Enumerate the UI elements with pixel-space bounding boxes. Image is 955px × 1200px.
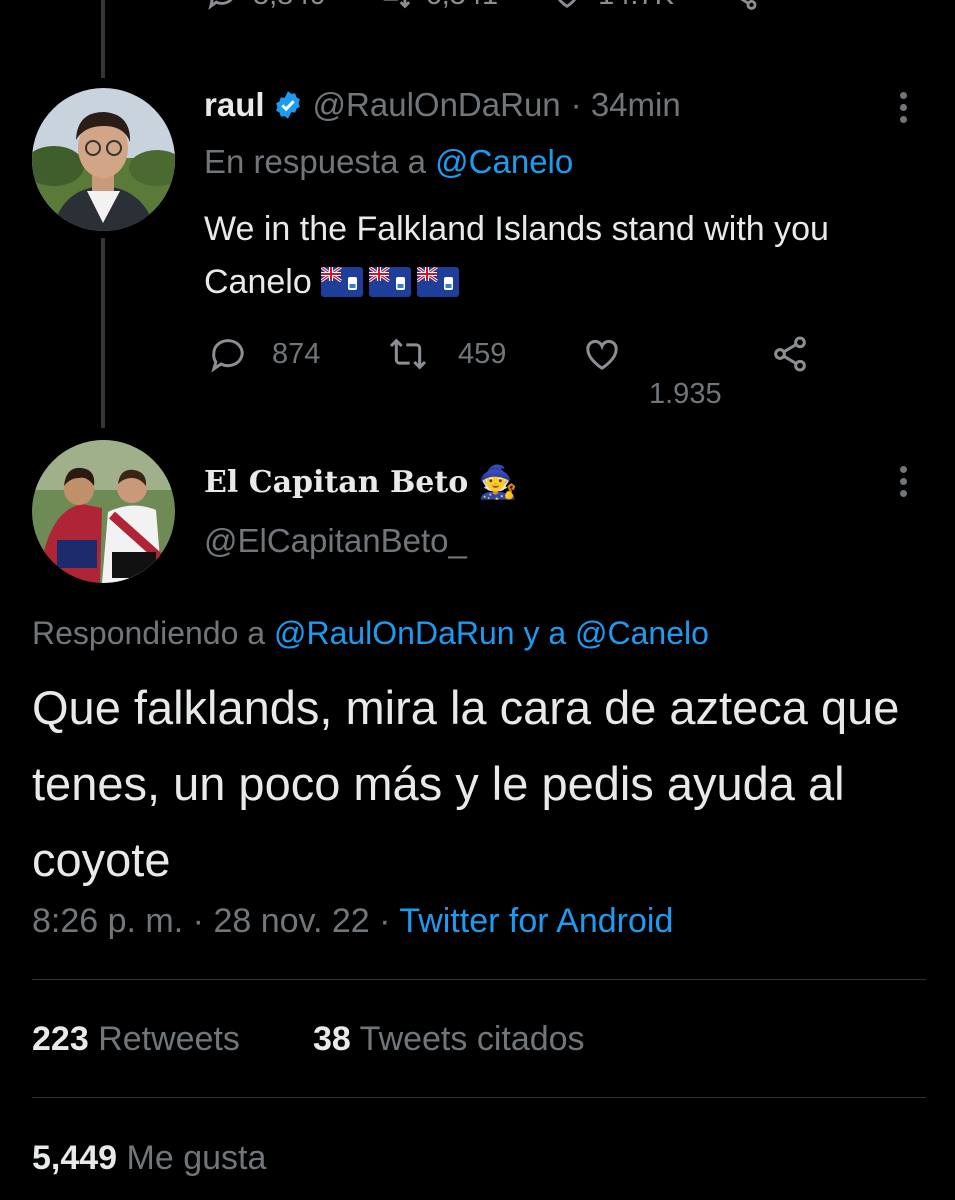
wizard-emoji-icon: 🧙 bbox=[478, 463, 519, 501]
tweet-metadata: 8:26 p. m. · 28 nov. 22 · Twitter for An… bbox=[32, 902, 673, 941]
tweet-date: 28 nov. 22 bbox=[213, 902, 370, 940]
retweet-count: 6,541 bbox=[426, 0, 499, 12]
falkland-flag-icon bbox=[369, 267, 412, 297]
tweet-text-content: We in the Falkland Islands stand with yo… bbox=[204, 210, 829, 301]
mention-link[interactable]: @Canelo bbox=[575, 615, 709, 651]
retweets-count: 223 bbox=[32, 1020, 89, 1058]
reply-context: Respondiendo a @RaulOnDaRun y a @Canelo bbox=[32, 615, 709, 652]
user-handle[interactable]: @ElCapitanBeto_ bbox=[204, 522, 467, 560]
meta-separator: · bbox=[192, 902, 204, 940]
reply-icon bbox=[211, 339, 244, 373]
retweet-count: 459 bbox=[458, 337, 507, 370]
tweet-text: We in the Falkland Islands stand with yo… bbox=[204, 203, 924, 309]
mention-link[interactable]: @Canelo bbox=[435, 143, 573, 180]
likes-count: 5,449 bbox=[32, 1139, 118, 1177]
retweet-icon bbox=[383, 0, 410, 9]
like-count: 14.7K bbox=[598, 0, 674, 12]
thread-line bbox=[101, 238, 105, 428]
flag-emoji-group bbox=[321, 263, 465, 301]
source-link[interactable]: Twitter for Android bbox=[399, 902, 673, 940]
heart-icon bbox=[586, 339, 618, 370]
reply-count: 5,840 bbox=[253, 0, 326, 12]
avatar-el-capitan-beto[interactable] bbox=[32, 440, 175, 583]
falkland-flag-icon bbox=[321, 267, 364, 297]
reply-context: En respuesta a @Canelo bbox=[204, 143, 573, 181]
divider bbox=[32, 1097, 926, 1098]
reply-joiner: y a bbox=[523, 615, 567, 651]
retweet-action[interactable]: 6,541 bbox=[378, 0, 499, 12]
retweet-icon bbox=[389, 338, 427, 370]
user-handle[interactable]: @RaulOnDaRun bbox=[313, 86, 561, 124]
heart-icon bbox=[558, 0, 577, 9]
share-icon bbox=[740, 0, 757, 10]
share-action[interactable] bbox=[726, 0, 774, 12]
main-tweet-text: Que falklands, mira la cara de azteca qu… bbox=[32, 681, 900, 886]
retweets-label: Retweets bbox=[98, 1020, 240, 1058]
reply-count: 874 bbox=[272, 337, 321, 370]
top-tweet-actions: 5,840 6,541 14.7K bbox=[205, 0, 826, 12]
display-name[interactable]: raul bbox=[204, 86, 265, 124]
reply-action[interactable]: 874 bbox=[208, 334, 320, 374]
quote-tweets-stat[interactable]: 38 Tweets citados bbox=[313, 1020, 585, 1059]
reply-icon bbox=[208, 0, 233, 10]
reply-tweet-header: raul @RaulOnDaRun · 34min bbox=[204, 86, 681, 124]
avatar-raul[interactable] bbox=[32, 88, 175, 231]
likes-stat[interactable]: 5,449 Me gusta bbox=[32, 1139, 266, 1178]
like-count: 1.935 bbox=[649, 378, 722, 410]
likes-label: Me gusta bbox=[126, 1139, 267, 1177]
more-options-icon[interactable] bbox=[897, 92, 909, 128]
more-options-icon[interactable] bbox=[897, 466, 909, 502]
meta-separator: · bbox=[379, 902, 391, 940]
mention-link[interactable]: @RaulOnDaRun bbox=[274, 615, 515, 651]
share-icon bbox=[774, 336, 806, 372]
main-tweet-display-name[interactable]: El Capitan Beto 🧙 bbox=[204, 463, 518, 501]
verified-badge-icon bbox=[275, 91, 300, 119]
tweet-time: 8:26 p. m. bbox=[32, 902, 184, 940]
thread-line bbox=[101, 0, 105, 78]
tweet-time: · 34min bbox=[570, 86, 681, 123]
share-action[interactable] bbox=[770, 334, 810, 374]
quotes-label: Tweets citados bbox=[359, 1020, 585, 1058]
retweets-stat[interactable]: 223 Retweets bbox=[32, 1020, 240, 1059]
reply-prefix: Respondiendo a bbox=[32, 615, 266, 651]
like-action[interactable] bbox=[582, 334, 622, 374]
like-action[interactable]: 14.7K bbox=[550, 0, 674, 12]
reply-prefix: En respuesta a bbox=[204, 143, 426, 180]
quotes-count: 38 bbox=[313, 1020, 351, 1058]
divider bbox=[32, 979, 926, 980]
falkland-flag-icon bbox=[417, 267, 460, 297]
retweet-action[interactable]: 459 bbox=[388, 334, 506, 374]
reply-action[interactable]: 5,840 bbox=[205, 0, 326, 12]
display-name: El Capitan Beto bbox=[204, 464, 469, 500]
